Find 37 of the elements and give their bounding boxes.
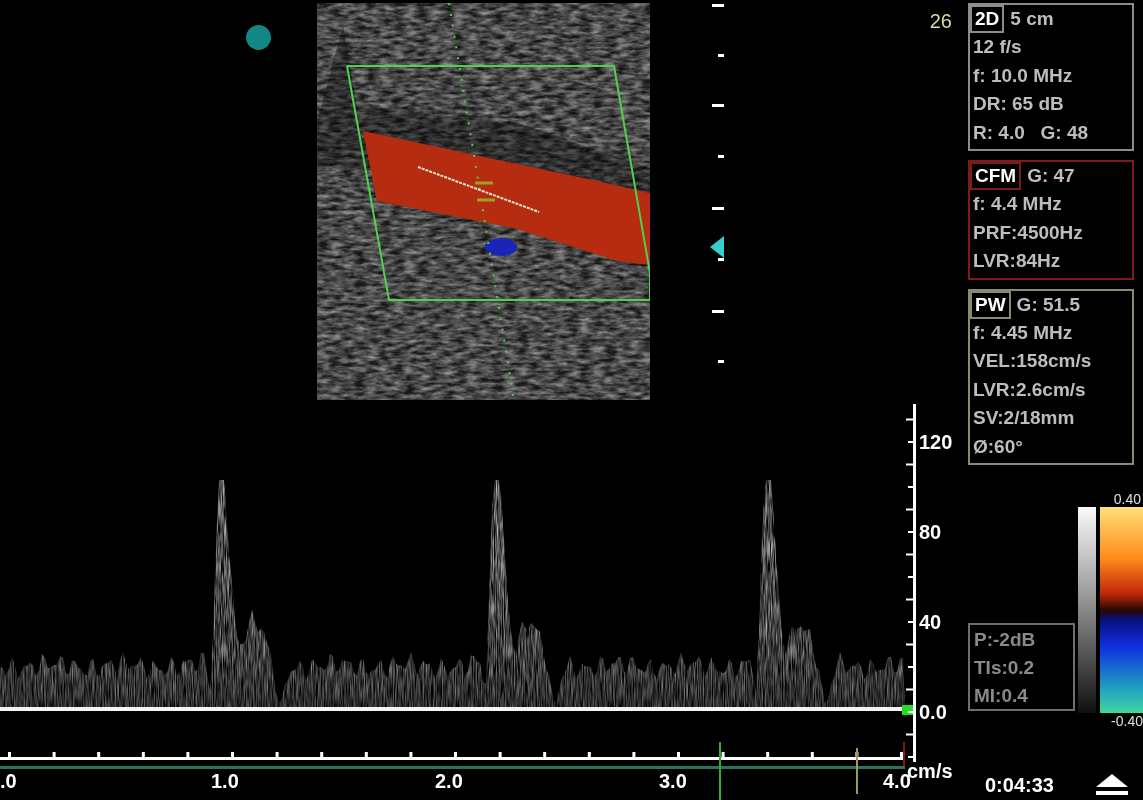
mode-label: 2D [970, 5, 1005, 33]
velocity-label: 40 [919, 611, 942, 633]
cursor-line [719, 742, 721, 800]
color-scale-min: -0.40 [1111, 713, 1143, 729]
time-label: 3.0 [659, 770, 687, 792]
parameter-text: LVR:84Hz [973, 249, 1062, 273]
parameter-text: LVR:2.6cm/s [973, 377, 1087, 402]
parameter-text: R: 4.0 G: 48 [973, 120, 1090, 145]
output-text: TIs:0.2 [974, 656, 1036, 680]
velocity-label: 80 [919, 521, 942, 543]
parameter-text: f: 4.4 MHz [973, 192, 1063, 216]
velocity-label: 0.0 [919, 701, 947, 723]
parameter-text: G: 51.5 [1016, 292, 1080, 317]
eject-icon[interactable] [1095, 774, 1128, 796]
parameter-text: 12 f/s [973, 35, 1023, 59]
time-label: 2.0 [435, 770, 463, 792]
parameter-text: Ø:60° [973, 434, 1024, 459]
cursor-line [856, 748, 858, 794]
cursor-line [903, 742, 905, 766]
parameter-text: VEL:158cm/s [973, 349, 1093, 373]
color-scale-max: 0.40 [1113, 491, 1142, 507]
elapsed-time: 0:04:33 [985, 773, 1054, 797]
mode-label: PW [970, 290, 1011, 319]
output-text: MI:0.4 [974, 684, 1029, 708]
parameter-text: 5 cm [1010, 7, 1054, 31]
time-label: .0 [0, 770, 17, 792]
velocity-label: 120 [919, 431, 953, 453]
parameter-text: DR: 65 dB [973, 92, 1065, 116]
parameter-text: SV:2/18mm [973, 406, 1076, 430]
mode-label: CFM [970, 162, 1022, 190]
output-text: P:-2dB [974, 628, 1037, 652]
time-label: 1.0 [211, 770, 239, 792]
parameter-text: G: 47 [1027, 164, 1075, 188]
parameter-text: f: 4.45 MHz [973, 320, 1074, 345]
parameter-text: f: 10.0 MHz [973, 63, 1074, 88]
frame-counter: 26 [929, 9, 952, 32]
parameter-text: PRF:4500Hz [973, 220, 1084, 245]
